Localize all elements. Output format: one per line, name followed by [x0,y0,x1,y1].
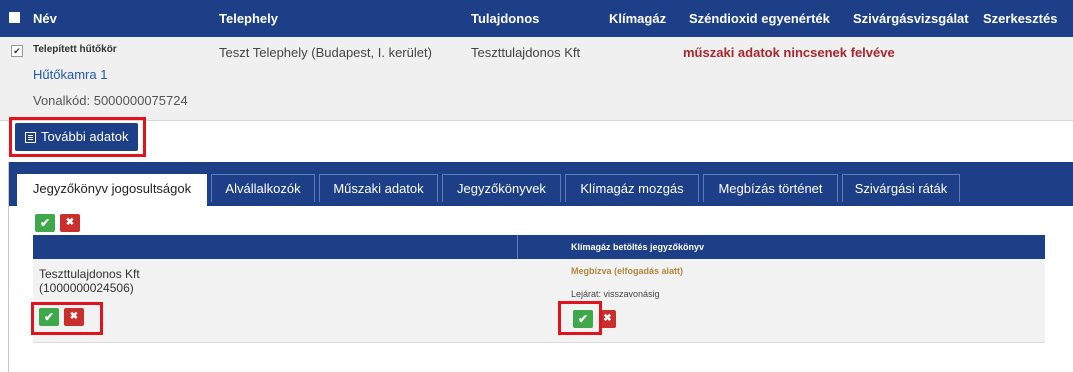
permissions-grid-header [33,235,1045,259]
highlight-box-protocol-accept [558,301,602,335]
tab-bar: Jegyzőkönyv jogosultságok Alvállalkozók … [9,162,1073,206]
grantee-owner-name: Teszttulajdonos Kft [39,267,140,281]
assignment-expiry: Lejárat: visszavonásig [571,289,660,299]
tab-assignment-history[interactable]: Megbízás történet [703,174,838,202]
tab-protocols[interactable]: Jegyzőkönyvek [442,174,561,202]
record-site: Teszt Telephely (Budapest, I. kerület) [219,45,432,60]
table-row: ✔ Telepített hűtőkör Hűtőkamra 1 Vonalkó… [0,37,1073,121]
record-warning: műszaki adatok nincsenek felvéve [683,45,895,60]
table-header: Név Telephely Tulajdonos Klímagáz Széndi… [0,0,1073,37]
grantee-owner-id: (1000000024506) [39,281,134,295]
column-header-edit[interactable]: Szerkesztés [983,11,1057,26]
tab-technical-data[interactable]: Műszaki adatok [319,174,438,202]
tab-subcontractors[interactable]: Alvállalkozók [211,174,315,202]
column-header-refrigerant[interactable]: Klímagáz [609,11,666,26]
tab-leak-rates[interactable]: Szivárgási ráták [842,174,960,202]
select-all-checkbox[interactable] [9,12,20,23]
column-header-owner[interactable]: Tulajdonos [471,11,539,26]
permissions-grid-row [33,259,1045,343]
column-header-leak-test[interactable]: Szivárgásvizsgálat [853,11,969,26]
grantee-owner: Teszttulajdonos Kft (1000000024506) [39,267,140,295]
column-header-site[interactable]: Telephely [219,11,278,26]
bulk-reject-button[interactable]: ✖ [60,214,80,232]
column-header-refrigerant-protocol: Klímagáz betöltés jegyzőkönyv [571,242,705,252]
highlight-box-more-data [9,117,146,157]
assignment-status: Megbízva (elfogadás alatt) [571,266,684,276]
record-owner: Teszttulajdonos Kft [471,45,581,60]
highlight-box-owner-actions [31,302,103,335]
row-checkbox[interactable]: ✔ [11,45,23,57]
record-type-label: Telepített hűtőkör [33,44,117,55]
record-name-link[interactable]: Hűtőkamra 1 [33,67,107,82]
tab-protocol-permissions[interactable]: Jegyzőkönyv jogosultságok [17,174,207,206]
column-header-name[interactable]: Név [33,11,57,26]
record-barcode: Vonalkód: 5000000075724 [33,93,188,108]
tab-refrigerant-movement[interactable]: Klímagáz mozgás [565,174,699,202]
bulk-accept-button[interactable]: ✔ [35,214,55,232]
column-header-co2-equivalent[interactable]: Széndioxid egyenérték [689,11,830,26]
